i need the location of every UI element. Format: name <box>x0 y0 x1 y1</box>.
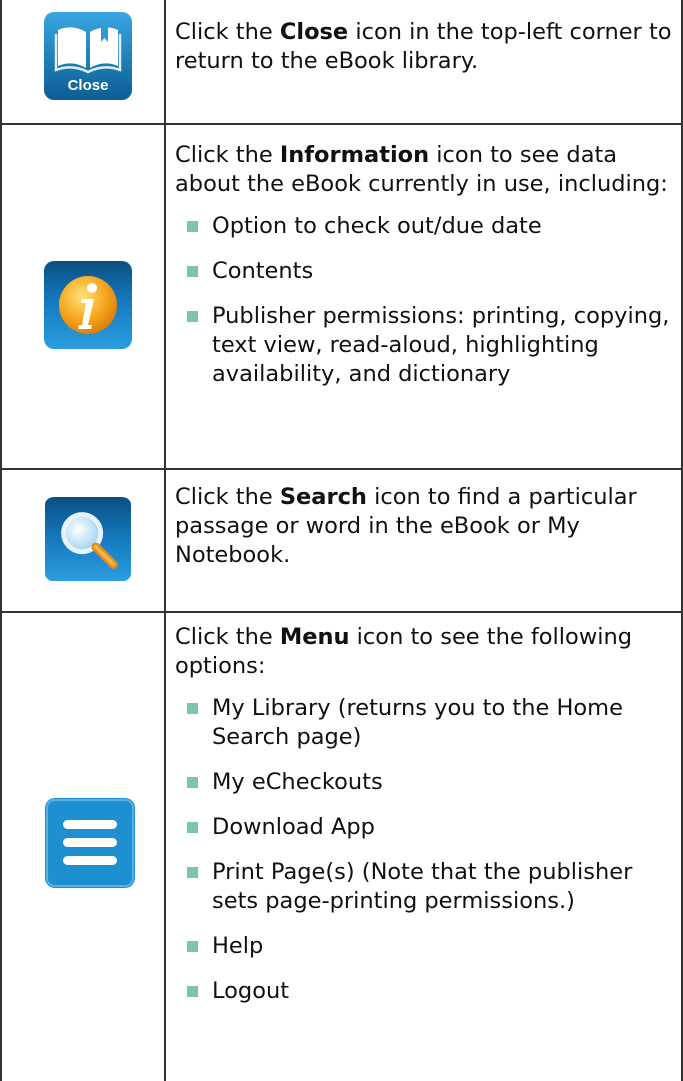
information-icon <box>44 261 132 349</box>
text-cell: Click the Search icon to find a particul… <box>166 470 681 611</box>
help-table: Close Click the Close icon in the top-le… <box>0 0 683 1081</box>
list-item: Publisher permissions: printing, copying… <box>175 302 675 389</box>
bullet-square-icon <box>187 986 198 997</box>
list-item: Logout <box>175 977 675 1006</box>
icon-cell <box>2 470 166 611</box>
list-item: My Library (returns you to the Home Sear… <box>175 694 675 752</box>
information-description: Click the Information icon to see data a… <box>175 142 668 197</box>
table-row-search: Click the Search icon to find a particul… <box>2 470 681 613</box>
information-bullet-list: Option to check out/due date Contents Pu… <box>175 212 675 389</box>
bullet-square-icon <box>187 221 198 232</box>
list-item: Contents <box>175 257 675 286</box>
table-row-close: Close Click the Close icon in the top-le… <box>2 0 681 125</box>
search-description: Click the Search icon to find a particul… <box>175 484 637 568</box>
menu-keyword: Menu <box>279 624 350 650</box>
list-item: Download App <box>175 813 675 842</box>
close-book-icon: Close <box>44 12 132 100</box>
bullet-square-icon <box>187 867 198 878</box>
text-cell: Click the Information icon to see data a… <box>166 125 681 468</box>
bullet-square-icon <box>187 777 198 788</box>
table-row-information: Click the Information icon to see data a… <box>2 125 681 470</box>
menu-bullet-list: My Library (returns you to the Home Sear… <box>175 694 675 1006</box>
menu-hamburger-icon <box>45 798 135 888</box>
bullet-square-icon <box>187 822 198 833</box>
table-row-menu: Click the Menu icon to see the following… <box>2 613 681 1081</box>
text-cell: Click the Menu icon to see the following… <box>166 613 681 1081</box>
search-magnifier-icon <box>45 497 131 582</box>
close-description: Click the Close icon in the top-left cor… <box>175 19 672 74</box>
bullet-square-icon <box>187 266 198 277</box>
icon-cell: Close <box>2 0 166 123</box>
menu-description: Click the Menu icon to see the following… <box>175 624 633 679</box>
close-icon-label: Close <box>68 77 109 94</box>
search-keyword: Search <box>279 484 367 510</box>
information-keyword: Information <box>279 142 430 168</box>
list-item: Print Page(s) (Note that the publisher s… <box>175 858 675 916</box>
list-item: Option to check out/due date <box>175 212 675 241</box>
bullet-square-icon <box>187 311 198 322</box>
close-keyword: Close <box>279 19 349 45</box>
bullet-square-icon <box>187 941 198 952</box>
bullet-square-icon <box>187 703 198 714</box>
text-cell: Click the Close icon in the top-left cor… <box>166 0 681 123</box>
list-item: My eCheckouts <box>175 768 675 797</box>
icon-cell <box>2 613 166 1081</box>
list-item: Help <box>175 932 675 961</box>
icon-cell <box>2 125 166 468</box>
